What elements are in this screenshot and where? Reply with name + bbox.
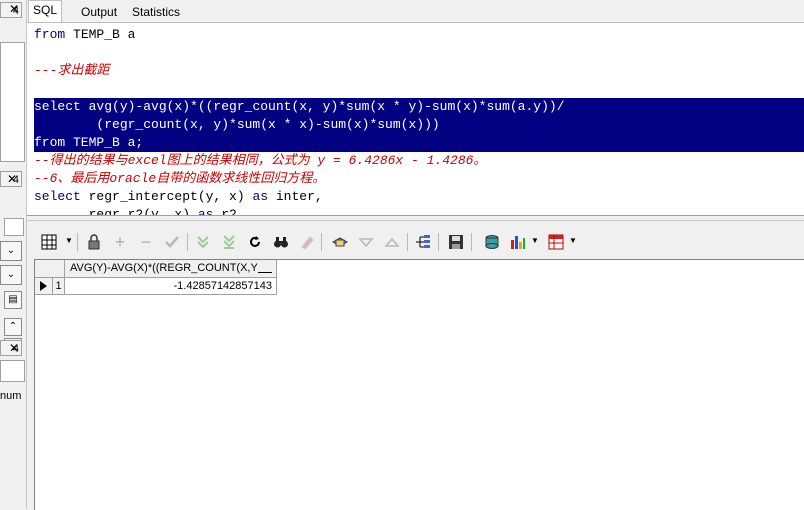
refresh-icon[interactable] xyxy=(246,233,264,251)
panel-checkbox[interactable] xyxy=(4,218,24,236)
chevron-down-icon[interactable]: ▼ xyxy=(531,236,539,245)
current-row-arrow-icon xyxy=(40,281,47,291)
code-token: select xyxy=(34,189,81,204)
export-icon[interactable] xyxy=(483,233,501,251)
code-token: --6、最后用oracle自带的函数求线性回归方程。 xyxy=(34,171,326,186)
add-record-icon[interactable]: + xyxy=(111,232,129,252)
clear-icon[interactable] xyxy=(298,233,316,251)
selection-highlight xyxy=(34,134,804,152)
panel-list-1[interactable] xyxy=(0,42,25,162)
code-token: avg(y)-avg(x)*((regr_count(x, y)*sum(x *… xyxy=(80,99,565,114)
code-token: from xyxy=(34,27,66,42)
column-header-label: AVG(Y)-AVG(X)*((REGR_COUNT(X,Y xyxy=(70,262,258,274)
toolbar-separator xyxy=(438,233,439,251)
chevron-down-icon[interactable]: ⌄ xyxy=(0,241,22,261)
code-line: select regr_intercept(y, x) as inter, xyxy=(34,188,323,206)
tab-sql[interactable]: SQL xyxy=(28,0,63,24)
binoculars-icon[interactable] xyxy=(272,233,290,251)
fetch-last-icon[interactable] xyxy=(220,233,238,251)
close-icon[interactable]: ✕ xyxy=(7,172,17,186)
code-token: select xyxy=(34,99,81,114)
code-line: --6、最后用oracle自带的函数求线性回归方程。 xyxy=(34,170,325,188)
toolbar-separator xyxy=(321,233,322,251)
lock-icon[interactable] xyxy=(85,233,103,251)
grid-corner[interactable] xyxy=(35,260,65,278)
tab-statistics[interactable]: Statistics xyxy=(127,2,185,23)
table-cell[interactable]: -1.42857142857143 xyxy=(65,278,277,295)
properties-icon[interactable]: ▤ xyxy=(4,291,22,309)
panel-list-2[interactable] xyxy=(0,360,25,382)
code-token: (regr_count(x, y)*sum(x * x)-sum(x)*sum(… xyxy=(34,117,440,132)
sort-descending-icon[interactable] xyxy=(357,233,375,251)
close-icon[interactable]: ✕ xyxy=(9,341,19,355)
code-token: inter, xyxy=(268,189,323,204)
column-header[interactable]: AVG(Y)-AVG(X)*((REGR_COUNT(X,Y xyxy=(65,260,277,278)
chevron-down-icon[interactable]: ⌄ xyxy=(0,265,22,285)
toolbar-separator xyxy=(187,233,188,251)
toolbar-separator xyxy=(407,233,408,251)
row-indicator[interactable] xyxy=(35,278,53,295)
code-token: ---求出截距 xyxy=(34,63,110,78)
grid-view-icon[interactable] xyxy=(40,233,58,251)
close-icon[interactable]: ✕ xyxy=(9,2,19,16)
code-token: as xyxy=(252,189,269,204)
toolbar-separator xyxy=(77,233,78,251)
panel-truncated-label: num xyxy=(0,390,22,402)
chart-icon[interactable] xyxy=(509,233,527,251)
post-check-icon[interactable] xyxy=(163,233,181,251)
fetch-next-icon[interactable] xyxy=(194,233,212,251)
editor-tabs: SQL Output Statistics xyxy=(26,0,804,24)
query-by-example-icon[interactable] xyxy=(414,233,432,251)
code-line: (regr_count(x, y)*sum(x * x)-sum(x)*sum(… xyxy=(34,116,440,134)
code-token: --得出的结果与excel图上的结果相同，公式为 y = 6.4286x - 1… xyxy=(34,153,487,168)
sql-editor[interactable]: from TEMP_B a ---求出截距 select avg(y)-avg(x)… xyxy=(27,22,804,216)
sort-ascending-icon[interactable] xyxy=(383,233,401,251)
code-line: ---求出截距 xyxy=(34,62,109,80)
delete-record-icon[interactable]: − xyxy=(137,232,155,252)
code-token: regr_intercept(y, x) xyxy=(80,189,253,204)
chevron-down-icon[interactable]: ▼ xyxy=(569,236,577,245)
object-browser-panel: 4 4 ✕ ⌄ ⌄ ▤ ⌃ ⌄ 4 num xyxy=(0,0,27,509)
code-token: TEMP_B a xyxy=(65,27,136,42)
code-line: select avg(y)-avg(x)*((regr_count(x, y)*… xyxy=(34,98,565,116)
table-view-icon[interactable] xyxy=(547,233,565,251)
toolbar-separator xyxy=(471,233,472,251)
code-token: from TEMP_B a; xyxy=(34,135,144,150)
single-record-view-icon[interactable] xyxy=(331,233,349,251)
row-number: 1 xyxy=(53,278,65,295)
column-header-underline xyxy=(258,272,272,273)
save-icon[interactable] xyxy=(447,233,465,251)
results-toolbar: ▼ + − ▼ ▼ xyxy=(27,221,804,259)
tab-output[interactable]: Output xyxy=(76,2,122,23)
code-line: from TEMP_B a xyxy=(34,26,135,44)
code-line: from TEMP_B a; xyxy=(34,134,143,152)
code-line: --得出的结果与excel图上的结果相同，公式为 y = 6.4286x - 1… xyxy=(34,152,486,170)
chevron-down-icon[interactable]: ▼ xyxy=(65,236,73,245)
sort-up-icon[interactable]: ⌃ xyxy=(4,318,22,336)
results-grid[interactable]: AVG(Y)-AVG(X)*((REGR_COUNT(X,Y 1 -1.4285… xyxy=(34,259,804,510)
